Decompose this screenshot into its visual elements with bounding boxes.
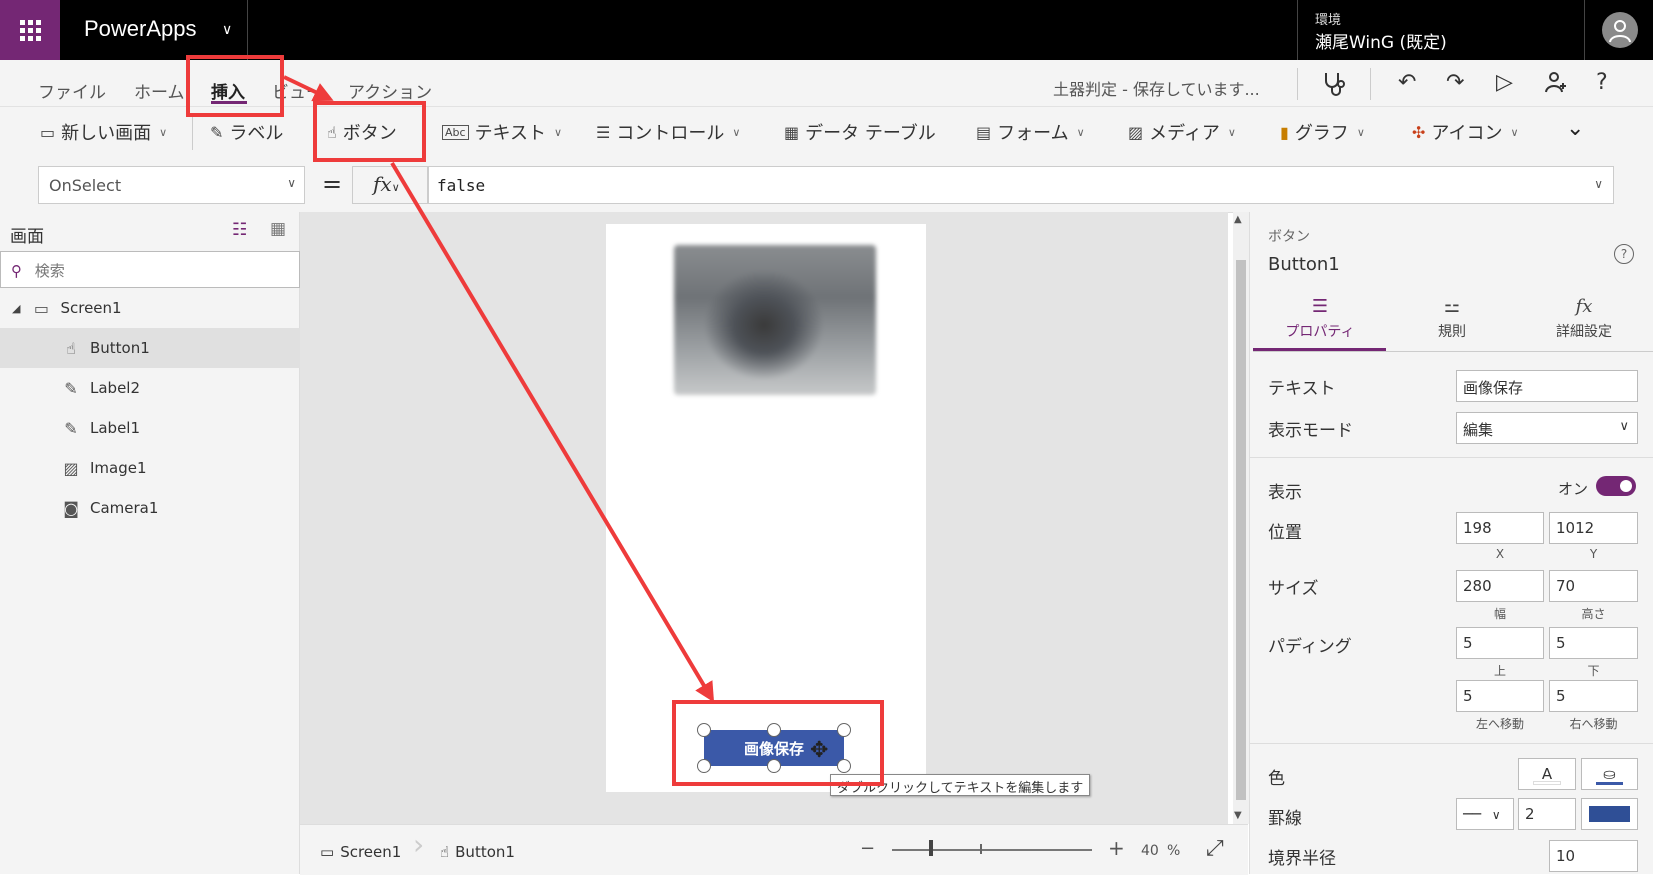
- annotation-arrows: [283, 75, 715, 703]
- arrow-insert-to-button: [283, 75, 334, 102]
- arrow-button-to-canvas: [390, 161, 715, 703]
